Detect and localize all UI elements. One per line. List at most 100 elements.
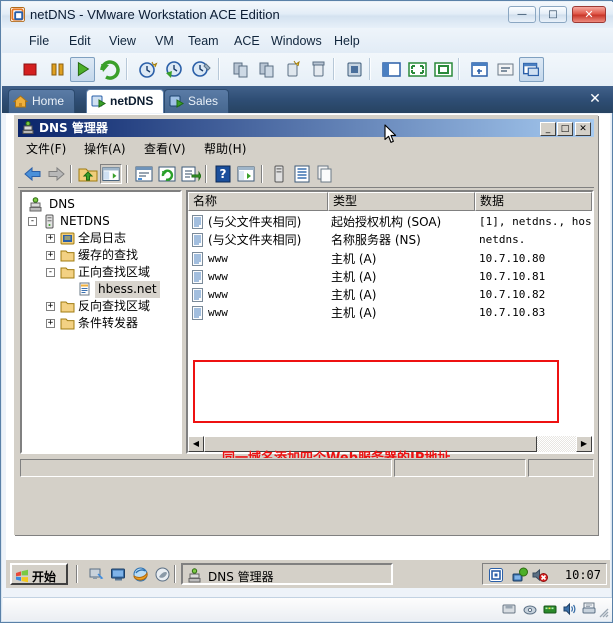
my-computer-icon[interactable]: [110, 566, 127, 583]
list-icon[interactable]: [291, 164, 313, 184]
cell-name: www: [208, 306, 228, 319]
volume-muted-icon[interactable]: [532, 567, 548, 583]
fullscreen-icon[interactable]: [405, 57, 430, 82]
expander-icon[interactable]: +: [46, 319, 55, 328]
expander-icon[interactable]: +: [46, 302, 55, 311]
clone-icon[interactable]: [280, 57, 305, 82]
help-icon[interactable]: ?: [212, 164, 234, 184]
menu-windows[interactable]: Windows: [266, 32, 327, 50]
column-header-data[interactable]: 数据: [475, 192, 592, 211]
delete-vm-icon[interactable]: [306, 57, 331, 82]
status-panel-tertiary: [528, 459, 594, 477]
sound-icon[interactable]: [562, 601, 578, 617]
menu-vm[interactable]: VM: [150, 32, 179, 50]
tab-netdns[interactable]: netDNS: [86, 89, 165, 113]
suspend-icon[interactable]: [45, 57, 70, 82]
taskbar-task-dns-manager[interactable]: DNS 管理器: [181, 563, 393, 585]
expander-icon[interactable]: -: [46, 268, 55, 277]
internet-explorer-icon[interactable]: [132, 566, 149, 583]
windows-flag-icon: [16, 569, 28, 583]
cell-data: [1], netdns., hostma: [479, 215, 592, 228]
tab-sales[interactable]: Sales: [164, 89, 230, 113]
table-row[interactable]: www 主机 (A) 10.7.10.81: [188, 268, 592, 286]
folder-icon: [60, 250, 75, 262]
menu-help[interactable]: Help: [329, 32, 365, 50]
expander-icon[interactable]: +: [46, 234, 55, 243]
properties-icon[interactable]: [133, 164, 155, 184]
menu-view[interactable]: View: [104, 32, 141, 50]
show-tree-icon[interactable]: [100, 164, 122, 184]
start-button[interactable]: 开始: [10, 563, 68, 585]
dns-menu-view[interactable]: 查看(V): [144, 142, 186, 157]
summary-view-icon[interactable]: [493, 57, 518, 82]
show-desktop-icon[interactable]: [88, 566, 105, 583]
export-icon[interactable]: [342, 57, 367, 82]
reset-icon[interactable]: [97, 57, 122, 82]
team-settings-icon[interactable]: [254, 57, 279, 82]
copy-icon[interactable]: [314, 164, 336, 184]
vmware-tools-icon[interactable]: [488, 567, 504, 583]
table-row[interactable]: (与父文件夹相同) 起始授权机构 (SOA) [1], netdns., hos…: [188, 213, 592, 231]
menu-file[interactable]: File: [24, 32, 54, 50]
forward-arrow-icon[interactable]: [45, 164, 67, 184]
dns-minimize-button[interactable]: _: [540, 122, 556, 136]
menu-edit[interactable]: Edit: [64, 32, 96, 50]
scroll-left-button[interactable]: ◀: [188, 436, 204, 452]
table-row[interactable]: www 主机 (A) 10.7.10.80: [188, 250, 592, 268]
printer-icon[interactable]: [581, 601, 597, 617]
up-folder-icon[interactable]: [77, 164, 99, 184]
new-window-icon[interactable]: [235, 164, 257, 184]
power-off-icon[interactable]: [18, 57, 43, 82]
expander-icon[interactable]: -: [28, 217, 37, 226]
refresh-icon[interactable]: [156, 164, 178, 184]
disk-icon[interactable]: [522, 601, 538, 617]
export-list-icon[interactable]: [179, 164, 202, 184]
snapshot-take-icon[interactable]: [135, 57, 160, 82]
dns-manager-window: DNS 管理器 _ □ ✕ 文件(F) 操作(A) 查看(V) 帮助(H) ? …: [14, 115, 598, 535]
dns-menu-help[interactable]: 帮助(H): [204, 142, 246, 157]
column-header-type[interactable]: 类型: [328, 192, 475, 211]
tab-close-icon[interactable]: ✕: [587, 91, 603, 107]
column-header-name[interactable]: 名称: [188, 192, 328, 211]
power-on-icon[interactable]: [70, 57, 95, 82]
table-row[interactable]: www 主机 (A) 10.7.10.83: [188, 304, 592, 322]
resize-grip[interactable]: [597, 606, 609, 618]
network-connection-icon[interactable]: [512, 567, 528, 583]
dns-maximize-button[interactable]: □: [557, 122, 573, 136]
taskbar-clock[interactable]: 10:07: [565, 567, 601, 583]
server-icon[interactable]: [268, 164, 290, 184]
vm-settings-icon[interactable]: [467, 57, 492, 82]
dns-records-list[interactable]: 名称 类型 数据 (与父文件夹相同) 起始授权机构 (SOA) [1], net…: [186, 190, 594, 454]
vmware-close-button[interactable]: ✕: [572, 6, 606, 23]
vmware-maximize-button[interactable]: □: [539, 6, 567, 23]
taskbar-task-label: DNS 管理器: [208, 570, 274, 584]
browser-icon[interactable]: [154, 566, 171, 583]
quick-switch-icon[interactable]: [431, 57, 456, 82]
tree-label-netdns: NETDNS: [60, 214, 110, 228]
back-arrow-icon[interactable]: [22, 164, 44, 184]
snapshot-manager-icon[interactable]: [189, 57, 214, 82]
table-row[interactable]: (与父文件夹相同) 名称服务器 (NS) netdns.: [188, 231, 592, 249]
tab-home[interactable]: Home: [8, 89, 76, 113]
guest-os-screen: DNS 管理器 _ □ ✕ 文件(F) 操作(A) 查看(V) 帮助(H) ? …: [6, 114, 610, 588]
floppy-icon[interactable]: [501, 601, 517, 617]
record-icon: [192, 233, 203, 247]
dns-server-icon: [22, 121, 34, 134]
dns-close-button[interactable]: ✕: [575, 122, 591, 136]
dns-menu-action[interactable]: 操作(A): [84, 142, 126, 157]
network-icon[interactable]: [542, 601, 558, 617]
menu-team[interactable]: Team: [183, 32, 224, 50]
expander-icon[interactable]: +: [46, 251, 55, 260]
menu-ace[interactable]: ACE: [229, 32, 265, 50]
dns-menu-file[interactable]: 文件(F): [26, 142, 66, 157]
tab-home-label: Home: [32, 94, 65, 108]
team-add-icon[interactable]: [228, 57, 253, 82]
snapshot-revert-icon[interactable]: [162, 57, 187, 82]
dns-tree-panel[interactable]: DNS - NETDNS + 全局日志 + 缓存的查找 - 正向查找区域 hbe…: [20, 190, 182, 454]
table-row[interactable]: www 主机 (A) 10.7.10.82: [188, 286, 592, 304]
taskbar-divider: [174, 565, 176, 583]
console-view-icon[interactable]: [519, 57, 544, 82]
vmware-minimize-button[interactable]: —: [508, 6, 536, 23]
sidebar-toggle-icon[interactable]: [379, 57, 404, 82]
cell-name: www: [208, 252, 228, 265]
